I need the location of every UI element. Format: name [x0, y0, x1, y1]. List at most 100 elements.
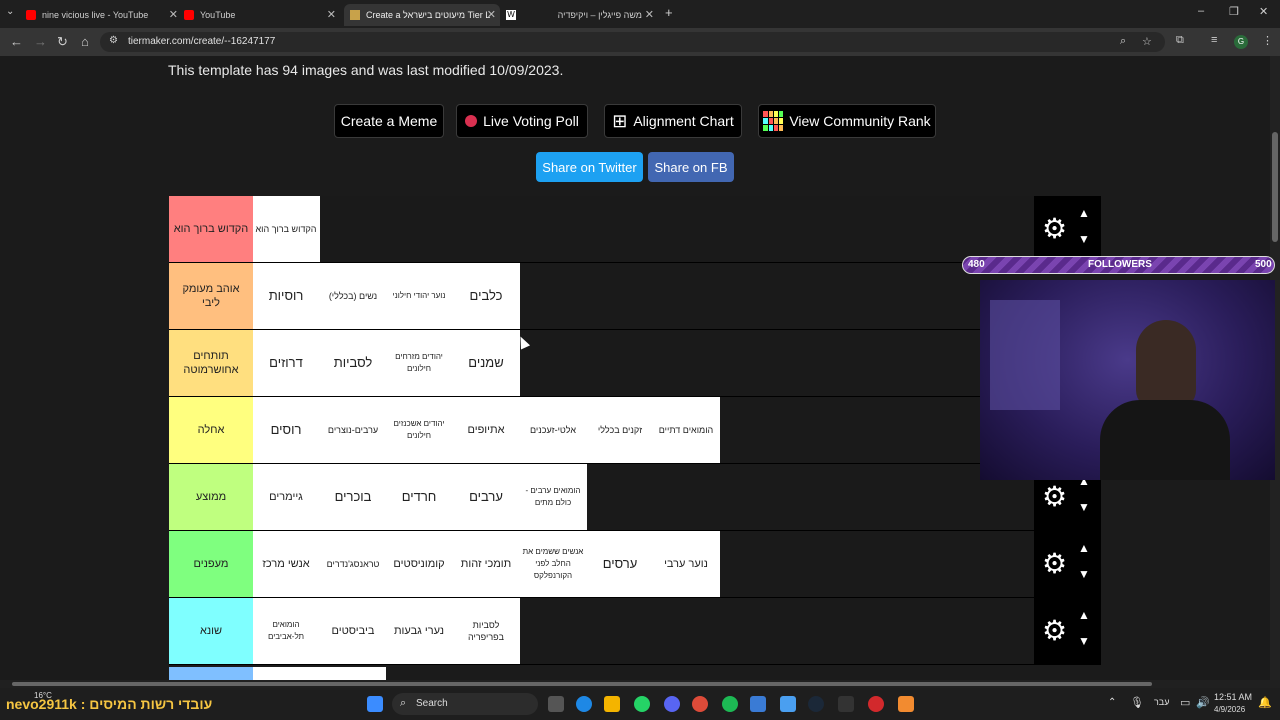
tier-item[interactable]: חרדים: [386, 464, 452, 530]
tray-chevron-icon[interactable]: ⌃: [1108, 697, 1116, 708]
chevron-up-icon[interactable]: ▲: [1078, 608, 1090, 622]
chevron-down-icon[interactable]: ▼: [1078, 232, 1090, 246]
home-icon[interactable]: ⌂: [81, 34, 89, 49]
tier-item[interactable]: גיימרים: [253, 464, 319, 530]
edge-icon[interactable]: [576, 696, 592, 712]
app-icon[interactable]: [750, 696, 766, 712]
media-icon[interactable]: ≡: [1211, 34, 1217, 46]
gear-icon[interactable]: ⚙: [1042, 549, 1067, 579]
clock-date[interactable]: 4/9/2026: [1214, 705, 1245, 714]
tab-tiermaker[interactable]: Create a מיעוטים בישראל Tier L ✕: [344, 4, 500, 26]
close-window-button[interactable]: ✕: [1259, 5, 1268, 18]
tab-search-icon[interactable]: ⌄: [6, 6, 14, 17]
tier-label[interactable]: אוהב מעומק ליבי: [169, 263, 253, 329]
tier-item[interactable]: ערסים: [587, 531, 653, 597]
microphone-icon[interactable]: 🎙: [1130, 696, 1144, 709]
new-tab-icon[interactable]: +: [665, 5, 673, 20]
gear-icon[interactable]: ⚙: [1042, 482, 1067, 512]
forward-icon[interactable]: →: [34, 34, 47, 49]
chevron-down-icon[interactable]: ▼: [1078, 500, 1090, 514]
tier-item[interactable]: הקדוש ברוך הוא: [253, 196, 319, 262]
tier-label[interactable]: שונא: [169, 598, 253, 664]
tier-item[interactable]: יהודים אשכנזים חילונים: [386, 397, 452, 463]
view-community-rank-button[interactable]: View Community Rank: [758, 104, 936, 138]
tier-item[interactable]: נוער יהודי חילוני: [386, 263, 452, 329]
bookmark-star-icon[interactable]: ☆: [1142, 35, 1152, 48]
clock-time[interactable]: 12:51 AM: [1214, 692, 1252, 702]
tier-item[interactable]: יהודים מזרחים חילונים: [386, 330, 452, 396]
taskbar-search[interactable]: ⌕ Search: [392, 693, 538, 715]
page-scrollbar-thumb[interactable]: [1272, 132, 1278, 242]
tier-item[interactable]: קומוניסטים: [386, 531, 452, 597]
tier-item[interactable]: הומואים ערבים -כולם מתים: [520, 464, 586, 530]
tier-item[interactable]: נערי גבעות: [386, 598, 452, 664]
tier-item[interactable]: רוסיות: [253, 263, 319, 329]
tier-item[interactable]: אלטי-זעכנים: [520, 397, 586, 463]
url-input[interactable]: ⚙ tiermaker.com/create/--16247177 ⌕ ☆: [100, 32, 1165, 52]
tier-item[interactable]: לסביות בפריפריה: [453, 598, 519, 664]
alignment-chart-button[interactable]: ⊞ Alignment Chart: [604, 104, 742, 138]
windows-start-icon[interactable]: [367, 696, 383, 712]
chrome-icon[interactable]: [692, 696, 708, 712]
tier-item[interactable]: תומכי זהות: [453, 531, 519, 597]
tier-label[interactable]: ממוצע: [169, 464, 253, 530]
spotify-icon[interactable]: [722, 696, 738, 712]
tier-item[interactable]: נשים (בכללי): [320, 263, 386, 329]
tier-item[interactable]: דרוזים: [253, 330, 319, 396]
close-icon[interactable]: ✕: [645, 8, 654, 21]
language-indicator[interactable]: עבר: [1154, 697, 1169, 707]
gear-icon[interactable]: ⚙: [1042, 616, 1067, 646]
tab-wikipedia-blank[interactable]: W: [506, 4, 536, 26]
tier-item[interactable]: לסביות: [320, 330, 386, 396]
tier-item[interactable]: ביביסטים: [320, 598, 386, 664]
horizontal-scrollbar-thumb[interactable]: [12, 682, 1152, 686]
tier-item[interactable]: הומואים תל-אביבים: [253, 598, 319, 664]
tier-item[interactable]: הומואים דתיים: [653, 397, 719, 463]
tier-label[interactable]: מעפנים: [169, 531, 253, 597]
horizontal-scrollbar[interactable]: [0, 680, 1280, 688]
file-explorer-icon[interactable]: [604, 696, 620, 712]
back-icon[interactable]: ←: [10, 34, 23, 49]
network-icon[interactable]: ▭: [1180, 696, 1190, 709]
create-meme-button[interactable]: Create a Meme: [334, 104, 444, 138]
reload-icon[interactable]: ↻: [57, 34, 68, 50]
tier-item[interactable]: אנשים ששמים את החלב לפני הקורנפלקס: [520, 531, 586, 597]
close-icon[interactable]: ✕: [327, 8, 336, 21]
tier-item[interactable]: ערבים-נוצרים: [320, 397, 386, 463]
task-view-icon[interactable]: [548, 696, 564, 712]
whatsapp-icon[interactable]: [634, 696, 650, 712]
app-red-icon[interactable]: [868, 696, 884, 712]
app-orange-icon[interactable]: [898, 696, 914, 712]
tier-item[interactable]: טראנסג'נדרים: [320, 531, 386, 597]
steam-icon[interactable]: [808, 696, 824, 712]
tier-item[interactable]: כלבים: [453, 263, 519, 329]
live-voting-poll-button[interactable]: Live Voting Poll: [456, 104, 588, 138]
chevron-down-icon[interactable]: ▼: [1078, 634, 1090, 648]
tab-youtube[interactable]: YouTube ✕: [184, 4, 340, 26]
tab-wikipedia[interactable]: משה פייגלין – ויקיפדיה ✕: [540, 4, 658, 26]
maximize-button[interactable]: ❐: [1229, 5, 1239, 18]
share-fb-button[interactable]: Share on FB: [648, 152, 734, 182]
close-icon[interactable]: ✕: [487, 8, 496, 21]
tier-item[interactable]: זקנים בכללי: [587, 397, 653, 463]
site-info-icon[interactable]: ⚙: [109, 35, 118, 46]
tier-item[interactable]: אתיופים: [453, 397, 519, 463]
profile-avatar[interactable]: G: [1234, 35, 1248, 49]
tier-label[interactable]: הקדוש ברוך הוא: [169, 196, 253, 262]
minimize-button[interactable]: –: [1198, 5, 1204, 17]
tier-item[interactable]: שמנים: [453, 330, 519, 396]
tab-nine-vicious[interactable]: nine vicious live - YouTube ✕: [26, 4, 182, 26]
tier-item[interactable]: אנשי מרכז: [253, 531, 319, 597]
tier-label[interactable]: אחלה: [169, 397, 253, 463]
discord-icon[interactable]: [664, 696, 680, 712]
chevron-up-icon[interactable]: ▲: [1078, 541, 1090, 555]
close-icon[interactable]: ✕: [169, 8, 178, 21]
menu-icon[interactable]: ⋮: [1262, 34, 1273, 47]
volume-icon[interactable]: 🔊: [1196, 696, 1210, 709]
chevron-down-icon[interactable]: ▼: [1078, 567, 1090, 581]
notepad-icon[interactable]: [780, 696, 796, 712]
tier-item[interactable]: נוער ערבי: [653, 531, 719, 597]
notifications-icon[interactable]: 🔔: [1258, 696, 1272, 709]
gear-icon[interactable]: ⚙: [1042, 214, 1067, 244]
extensions-icon[interactable]: ⧉: [1176, 34, 1184, 47]
